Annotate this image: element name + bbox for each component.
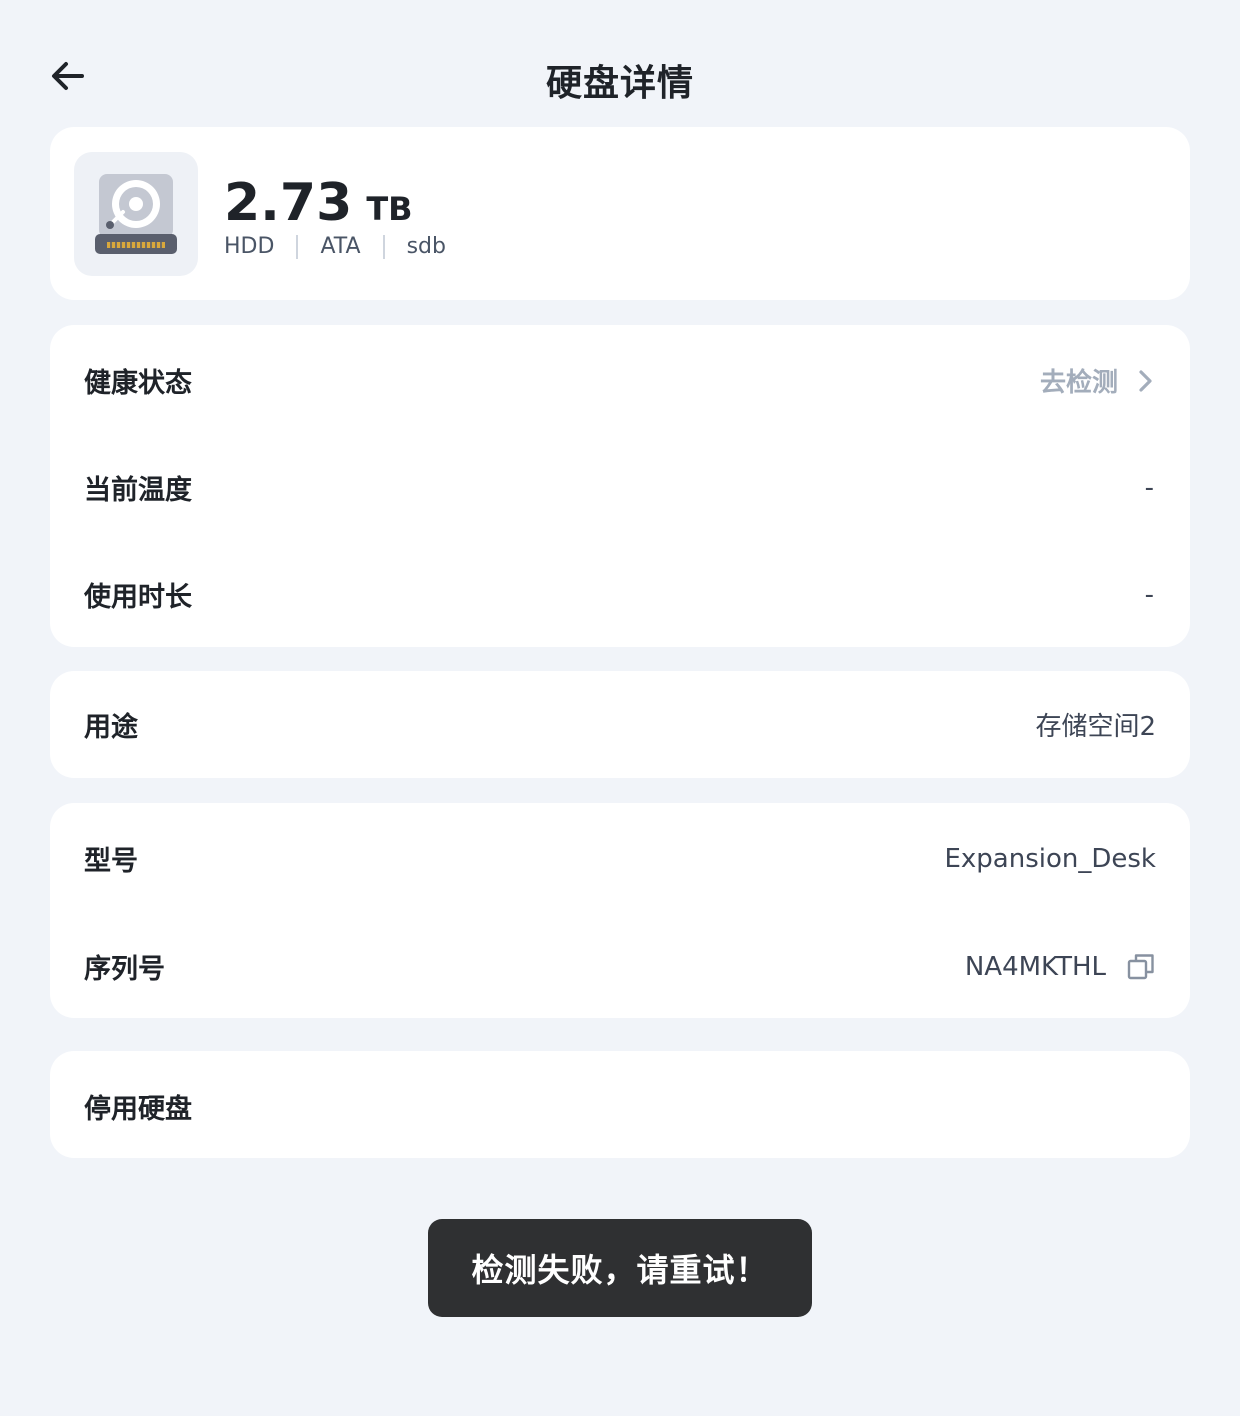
page-title: 硬盘详情	[545, 63, 694, 104]
tag-divider	[296, 234, 299, 259]
disk-info-card: 型号 Expansion_Desk 序列号 NA4MKTHL	[50, 803, 1190, 1018]
usage-value: 存储空间2	[1035, 712, 1156, 742]
model-value: Expansion_Desk	[944, 843, 1156, 874]
uptime-row: 使用时长 -	[50, 541, 1190, 648]
temperature-row: 当前温度 -	[50, 434, 1190, 541]
disable-disk-row[interactable]: 停用硬盘	[50, 1053, 1190, 1160]
status-card: 健康状态 去检测 当前温度 - 使用时长 -	[50, 325, 1190, 647]
health-status-label: 健康状态	[84, 368, 192, 399]
serial-label: 序列号	[84, 954, 165, 985]
usage-card: 用途 存储空间2	[50, 671, 1190, 778]
temperature-value: -	[1144, 472, 1154, 503]
model-row: 型号 Expansion_Desk	[50, 805, 1190, 912]
serial-value-group: NA4MKTHL	[965, 952, 1156, 982]
copy-icon	[1127, 953, 1154, 979]
disk-icon-container	[74, 152, 198, 276]
disk-type-tag: HDD	[224, 234, 275, 259]
health-check-link[interactable]: 去检测	[1040, 362, 1156, 399]
disk-interface-tag: ATA	[320, 234, 361, 259]
disk-tags: HDD ATA sdb	[224, 234, 446, 259]
disk-summary-card: 2.73 TB HDD ATA sdb	[50, 127, 1190, 300]
copy-serial-button[interactable]	[1126, 952, 1156, 982]
serial-row: 序列号 NA4MKTHL	[50, 913, 1190, 1020]
capacity-unit: TB	[366, 190, 413, 228]
disk-device-tag: sdb	[406, 234, 446, 259]
health-check-text: 去检测	[1039, 368, 1118, 398]
chevron-right-icon	[1136, 368, 1156, 394]
model-label: 型号	[84, 846, 138, 877]
uptime-value: -	[1144, 579, 1154, 610]
header: 硬盘详情	[0, 40, 1240, 112]
tag-divider	[382, 234, 385, 259]
disable-disk-card[interactable]: 停用硬盘	[50, 1051, 1190, 1158]
disk-detail-page: 硬盘详情 2.73 TB HDD ATA sdb 健康状态 去检测 当前温度 -…	[0, 0, 1240, 1416]
temperature-label: 当前温度	[84, 475, 192, 506]
capacity-value: 2.73	[224, 173, 353, 233]
health-status-row[interactable]: 健康状态 去检测	[50, 327, 1190, 434]
hard-disk-icon	[95, 174, 177, 254]
capacity: 2.73 TB	[224, 177, 413, 229]
uptime-label: 使用时长	[84, 582, 192, 613]
serial-value: NA4MKTHL	[964, 951, 1106, 982]
usage-row: 用途 存储空间2	[50, 671, 1190, 778]
error-toast: 检测失败，请重试！	[428, 1219, 812, 1317]
disable-disk-label: 停用硬盘	[84, 1094, 192, 1125]
usage-label: 用途	[84, 712, 138, 743]
